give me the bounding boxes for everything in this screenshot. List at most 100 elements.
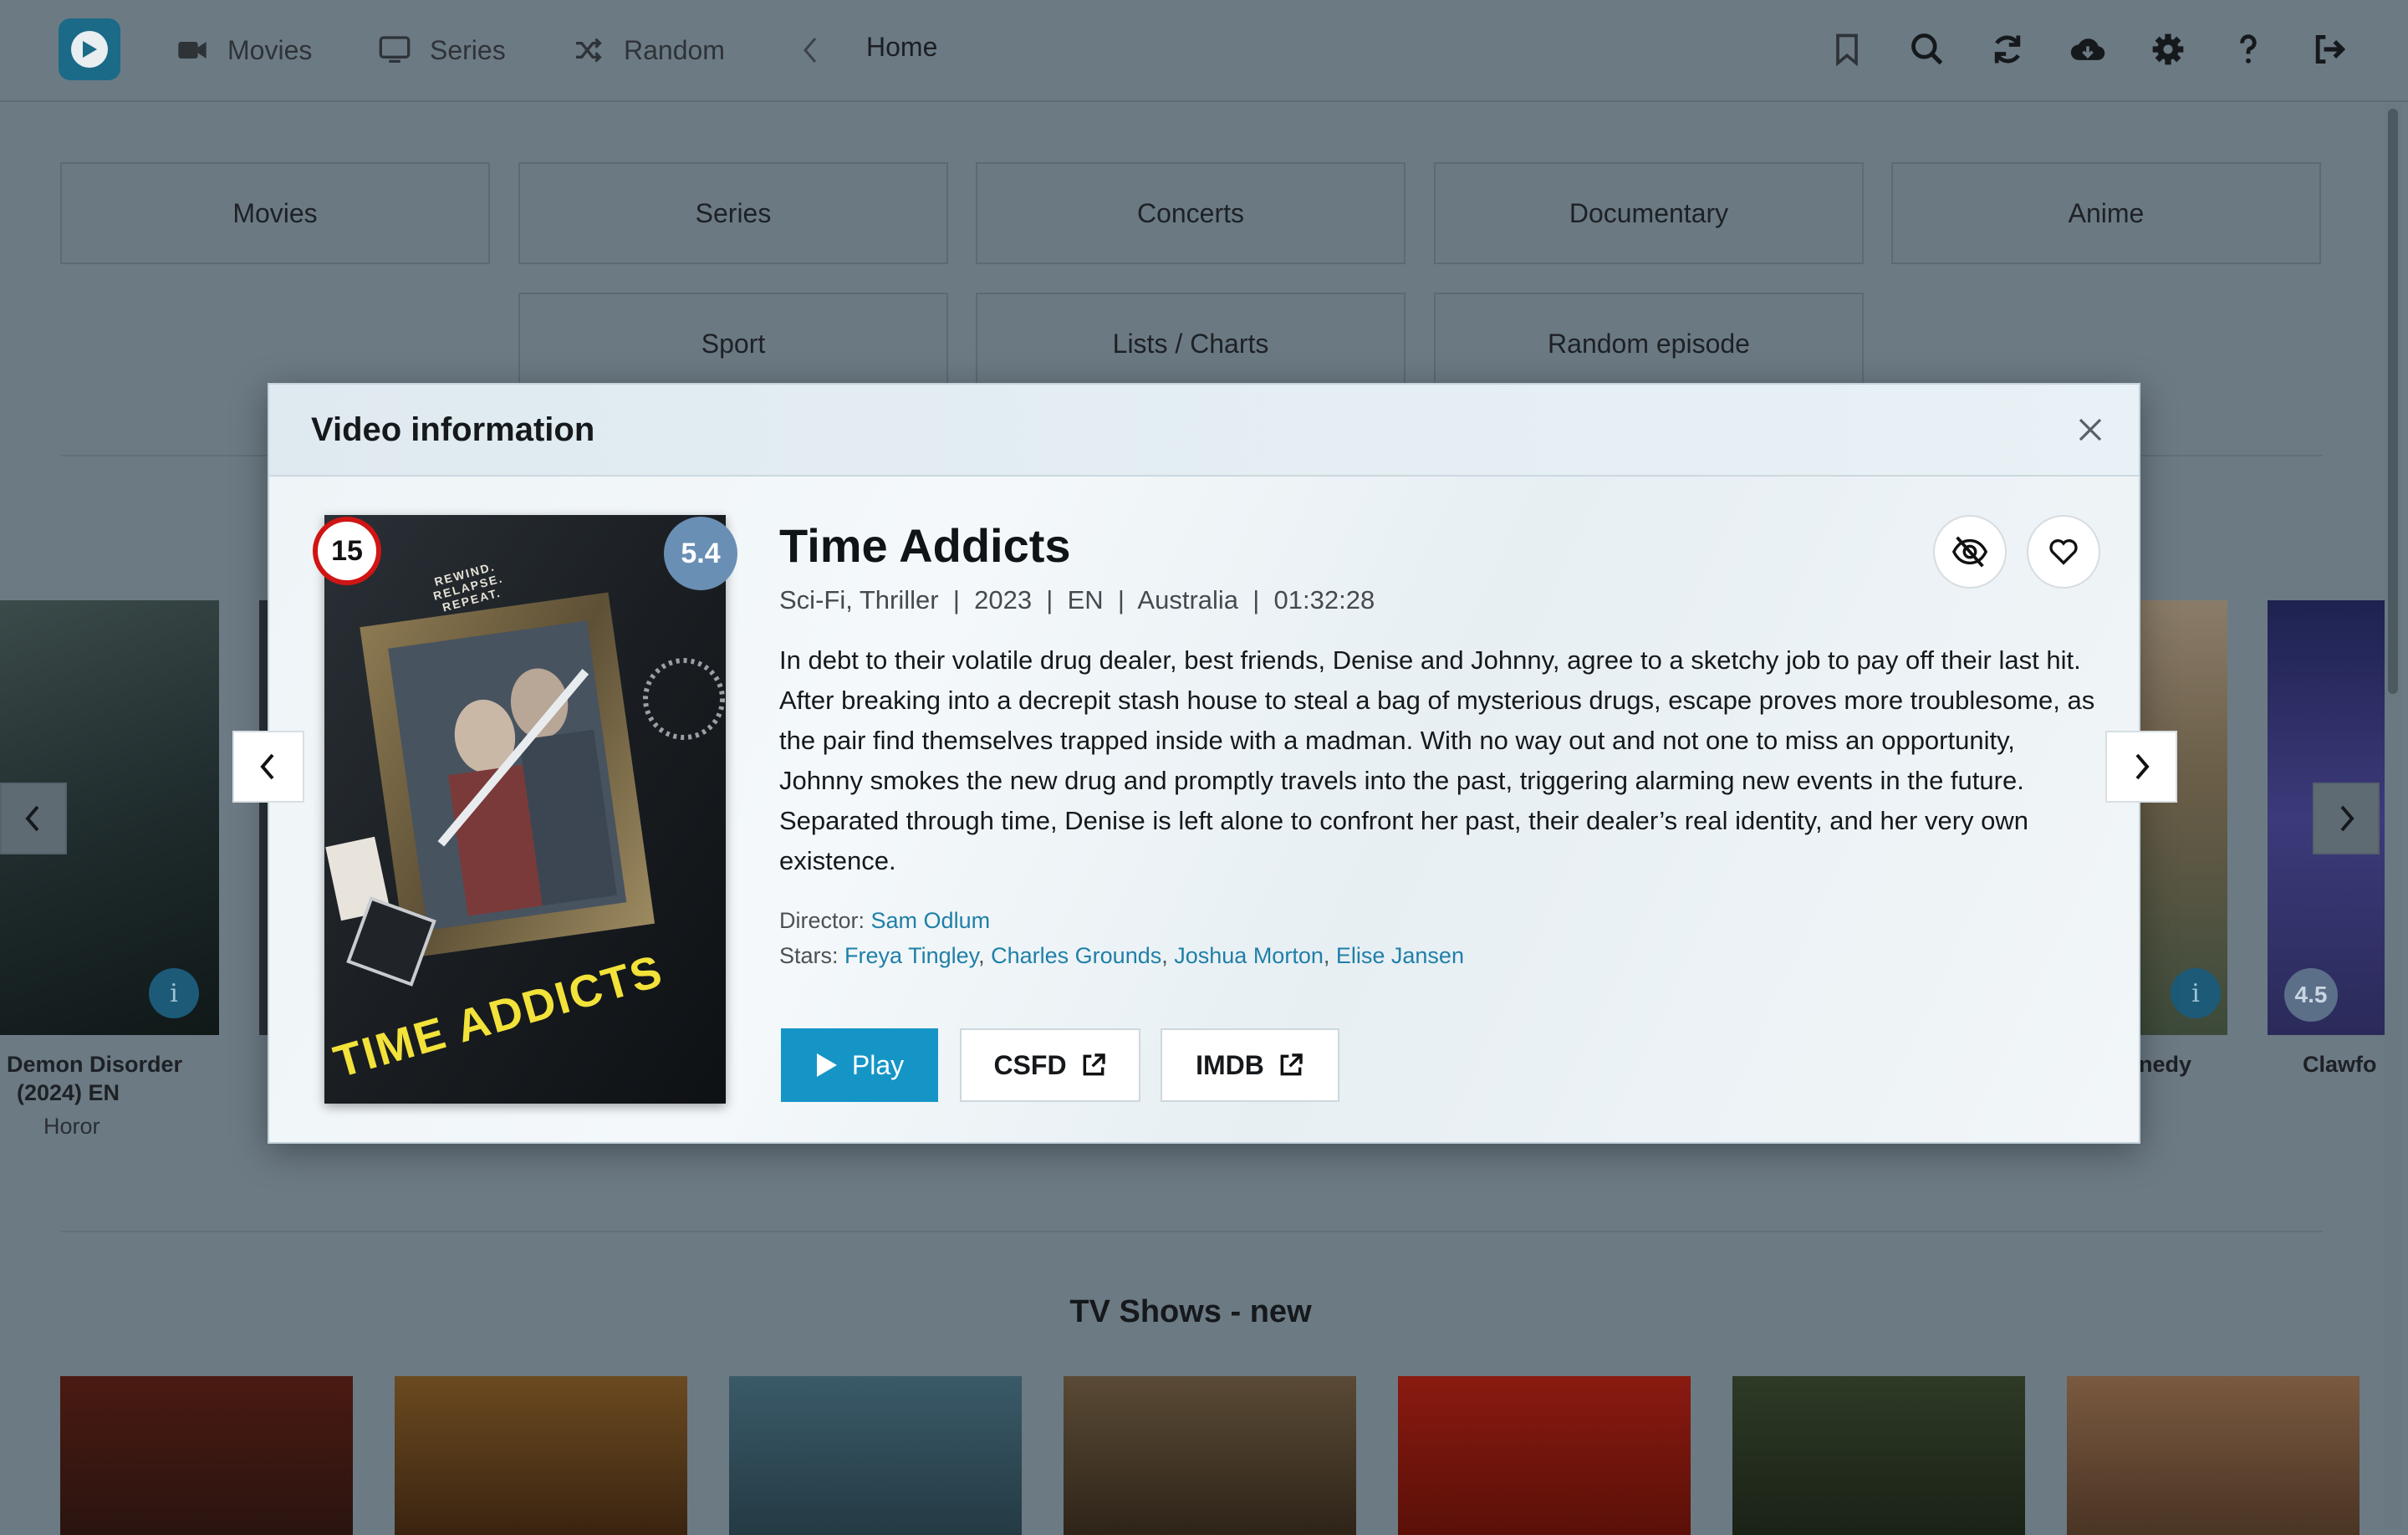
mark-unwatched-button[interactable] — [1933, 515, 2007, 589]
category-label: Lists / Charts — [1112, 328, 1269, 359]
question-icon — [2240, 34, 2257, 64]
star-link[interactable]: Elise Jansen — [1336, 943, 1464, 968]
video-camera-icon — [178, 42, 207, 59]
category-lists-charts[interactable]: Lists / Charts — [976, 293, 1406, 395]
previous-video-button[interactable] — [232, 731, 304, 803]
chevron-left-icon — [260, 753, 274, 780]
refresh-button[interactable] — [1988, 30, 2027, 69]
nav-movies-label: Movies — [227, 34, 313, 65]
refresh-icon — [1994, 35, 2021, 64]
bookmark-button[interactable] — [1828, 30, 1866, 69]
tv-show-thumbnail[interactable] — [2067, 1376, 2360, 1535]
score-badge: 4.5 — [2284, 968, 2338, 1022]
imdb-button[interactable]: IMDB — [1161, 1028, 1339, 1102]
nav-random[interactable]: Random — [572, 25, 725, 75]
app-logo[interactable] — [59, 18, 120, 80]
help-button[interactable] — [2229, 30, 2268, 69]
chevron-right-icon — [2340, 805, 2354, 832]
star-link[interactable]: Freya Tingley — [844, 943, 978, 968]
imdb-label: IMDB — [1196, 1049, 1264, 1080]
carousel-next-button[interactable] — [2313, 783, 2380, 854]
nav-random-label: Random — [624, 34, 725, 65]
close-icon[interactable] — [2074, 413, 2107, 446]
category-documentary[interactable]: Documentary — [1434, 162, 1864, 264]
category-label: Concerts — [1136, 197, 1245, 228]
csfd-label: CSFD — [993, 1049, 1067, 1080]
video-information-modal: Video information REWIND. RELAPSE. REPEA… — [232, 383, 2177, 1144]
carousel-prev-button[interactable] — [0, 783, 67, 854]
shuffle-icon — [576, 38, 602, 63]
play-button[interactable]: Play — [781, 1028, 938, 1102]
tv-show-thumbnail[interactable] — [1398, 1376, 1691, 1535]
category-label: Random episode — [1548, 328, 1750, 359]
play-icon — [816, 1053, 837, 1077]
favorite-button[interactable] — [2027, 515, 2100, 589]
category-sport[interactable]: Sport — [518, 293, 948, 395]
stars-label: Stars: — [779, 943, 839, 968]
tv-show-thumbnail[interactable] — [1064, 1376, 1356, 1535]
movie-genre: Horor — [43, 1114, 100, 1139]
bookmark-icon — [1836, 33, 1858, 67]
monitor-icon — [379, 36, 411, 63]
cloud-download-button[interactable] — [2069, 30, 2107, 69]
breadcrumb: Home — [866, 32, 938, 62]
score-badge: 5.4 — [664, 517, 737, 590]
info-icon[interactable]: i — [149, 968, 199, 1018]
next-video-button[interactable] — [2105, 731, 2177, 803]
movie-title[interactable]: nedy — [2139, 1052, 2191, 1078]
movie-poster[interactable]: i — [2140, 600, 2227, 1035]
tv-show-thumbnail[interactable] — [395, 1376, 687, 1535]
play-label: Play — [851, 1049, 905, 1080]
age-rating-badge: 15 — [313, 517, 381, 585]
logout-button[interactable] — [2309, 30, 2348, 69]
star-link[interactable]: Joshua Morton — [1174, 943, 1324, 968]
logout-icon — [2315, 34, 2346, 64]
stars-row: Stars: Freya Tingley, Charles Grounds, J… — [779, 943, 1464, 968]
category-random-episode[interactable]: Random episode — [1434, 293, 1864, 395]
cloud-download-icon — [2070, 38, 2105, 60]
movie-description: In debt to their volatile drug dealer, b… — [779, 645, 2095, 875]
play-logo-icon — [71, 31, 108, 68]
movie-poster: REWIND. RELAPSE. REPEAT. TIME ADDICTS — [324, 515, 726, 1104]
tv-show-thumbnail[interactable] — [729, 1376, 1022, 1535]
category-label: Anime — [2068, 197, 2145, 228]
director-row: Director: Sam Odlum — [779, 903, 1464, 938]
chevron-right-icon — [2135, 753, 2150, 780]
category-movies[interactable]: Movies — [60, 162, 490, 264]
movie-poster[interactable] — [259, 600, 268, 1035]
eye-off-icon — [1951, 536, 1988, 568]
movie-title[interactable]: Demon Disorder — [7, 1052, 182, 1078]
heart-icon — [2049, 539, 2078, 565]
csfd-button[interactable]: CSFD — [960, 1028, 1140, 1102]
top-navigation-bar: Movies Series Random Home — [0, 0, 2408, 102]
tv-show-thumbnail[interactable] — [1732, 1376, 2025, 1535]
info-icon[interactable]: i — [2171, 968, 2221, 1018]
director-link[interactable]: Sam Odlum — [871, 908, 991, 933]
section-title: TV Shows - new — [1069, 1294, 1312, 1329]
modal-header: Video information — [269, 385, 2139, 477]
nav-movies[interactable]: Movies — [176, 25, 312, 75]
page-scrollbar-thumb[interactable] — [2388, 109, 2398, 694]
movie-meta: Sci-Fi, Thriller | 2023 | EN | Australia… — [779, 585, 1375, 615]
category-label: Documentary — [1569, 197, 1729, 228]
external-link-icon — [1280, 1053, 1303, 1076]
movie-title: Time Addicts — [779, 519, 1071, 572]
star-link[interactable]: Charles Grounds — [991, 943, 1161, 968]
chevron-left-icon[interactable] — [798, 33, 824, 67]
movie-year-lang: (2024) EN — [17, 1080, 120, 1105]
gear-icon — [2152, 33, 2184, 65]
search-icon — [1911, 33, 1943, 65]
search-button[interactable] — [1908, 30, 1946, 69]
movie-credits: Director: Sam Odlum Stars: Freya Tingley… — [779, 903, 1464, 973]
movie-title[interactable]: Clawfo — [2303, 1052, 2377, 1078]
director-label: Director: — [779, 908, 865, 933]
external-link-icon — [1083, 1053, 1105, 1076]
category-anime[interactable]: Anime — [1891, 162, 2321, 264]
settings-button[interactable] — [2149, 30, 2187, 69]
modal-title: Video information — [311, 411, 595, 448]
tv-show-thumbnail[interactable] — [60, 1376, 353, 1535]
category-label: Movies — [232, 197, 318, 228]
nav-series[interactable]: Series — [378, 25, 506, 75]
category-concerts[interactable]: Concerts — [976, 162, 1406, 264]
category-series[interactable]: Series — [518, 162, 948, 264]
